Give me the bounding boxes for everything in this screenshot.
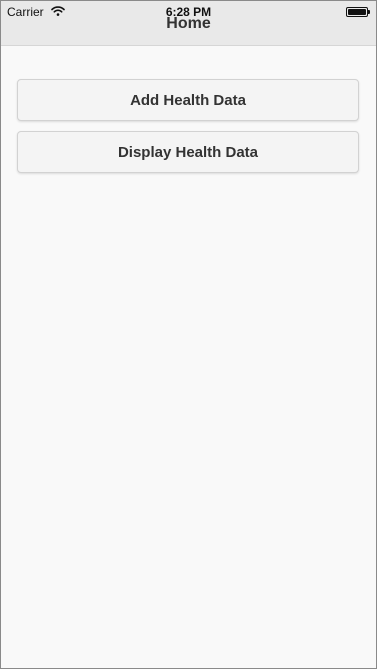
page-title: Home bbox=[166, 15, 211, 32]
display-health-data-button[interactable]: Display Health Data bbox=[17, 131, 359, 173]
navigation-bar: Carrier 6:28 PM Home bbox=[1, 1, 376, 46]
app-screen: Carrier 6:28 PM Home Add Health Data Dis… bbox=[0, 0, 377, 669]
add-health-data-button[interactable]: Add Health Data bbox=[17, 79, 359, 121]
main-content: Add Health Data Display Health Data bbox=[1, 46, 376, 666]
